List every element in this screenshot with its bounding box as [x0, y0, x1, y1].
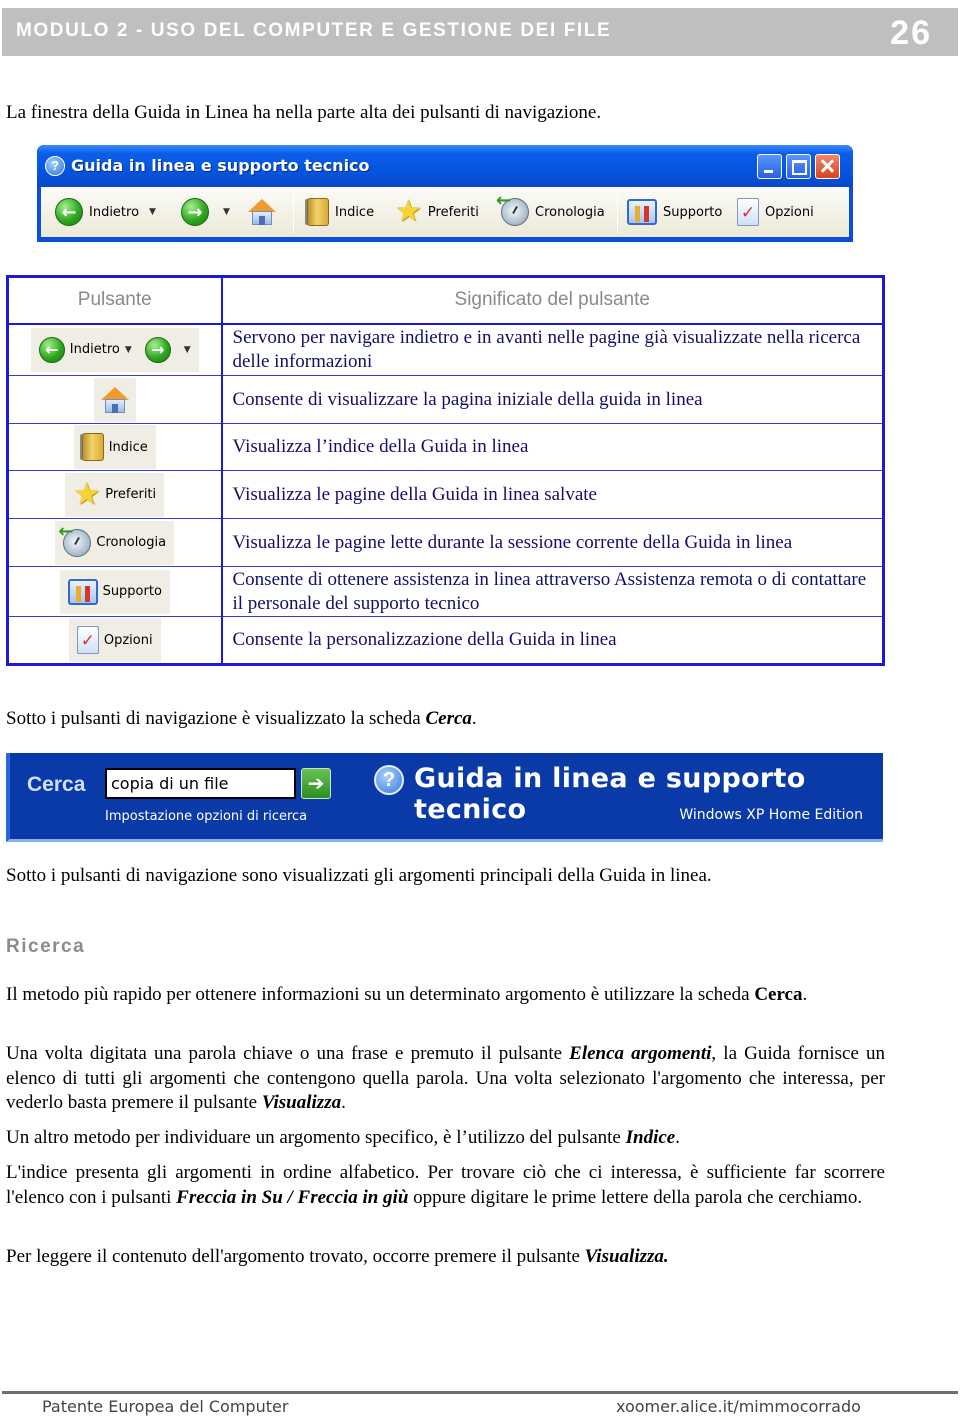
back-arrow-icon: ← [38, 336, 65, 363]
options-button-image: ✓ Opzioni [68, 618, 161, 662]
table-row: ← Indietro ▼ → ▼ Servono per navigare in… [7, 323, 884, 376]
options-icon: ✓ [737, 198, 759, 226]
chevron-down-icon: ▼ [183, 344, 191, 355]
help-icon: ? [45, 156, 65, 176]
section-paragraph: Il metodo più rapido per ottenere inform… [6, 984, 808, 1005]
star-icon: ★ [395, 194, 422, 229]
footer-left-text: Patente Europea del Computer [42, 1397, 289, 1416]
options-icon: ✓ [76, 626, 99, 654]
table-row: Consente di visualizzare la pagina inizi… [7, 375, 884, 424]
history-icon [496, 190, 529, 226]
section-title: Ricerca [6, 936, 86, 957]
section-paragraph: Per leggere il contenuto dell'argomento … [6, 1246, 669, 1267]
chevron-down-icon[interactable]: ▼ [223, 207, 230, 217]
chevron-down-icon[interactable]: ▼ [149, 207, 156, 217]
forward-arrow-icon: → [181, 198, 209, 226]
star-icon: ★ [73, 476, 101, 512]
section-paragraph: Un altro metodo per individuare un argom… [6, 1127, 680, 1148]
toolbar-separator [293, 191, 294, 233]
meaning-cell: Servono per navigare indietro e in avant… [221, 323, 884, 376]
history-button-image: Cronologia [55, 520, 175, 565]
toolbar-separator [617, 191, 618, 233]
help-icon: ? [374, 765, 404, 795]
table-header-row: Pulsante Significato del pulsante [7, 276, 884, 325]
meaning-cell: Consente di ottenere assistenza in linea… [221, 566, 884, 617]
button-cell [7, 375, 223, 424]
button-cell: ★ Preferiti [7, 470, 223, 519]
index-button-image: Indice [73, 425, 156, 469]
home-button[interactable] [247, 197, 277, 227]
meaning-cell: Consente la personalizzazione della Guid… [221, 616, 884, 665]
chevron-down-icon: ▼ [124, 344, 132, 355]
home-button-image [93, 377, 136, 422]
back-arrow-icon: ← [55, 198, 83, 226]
minimize-button[interactable] [757, 154, 782, 179]
forward-button[interactable]: → ▼ [181, 197, 230, 227]
column-header-meaning: Significato del pulsante [221, 276, 884, 325]
search-go-button[interactable]: ➔ [301, 768, 331, 799]
home-icon [100, 385, 130, 415]
intro-paragraph: La finestra della Guida in Linea ha nell… [6, 102, 602, 123]
table-row: Indice Visualizza l’indice della Guida i… [7, 423, 884, 471]
footer-right-text: xoomer.alice.it/mimmocorrado [616, 1397, 861, 1416]
favorites-button-image: ★ Preferiti [65, 472, 165, 517]
table-row: ★ Preferiti Visualizza le pagine della G… [7, 470, 884, 519]
button-cell: ← Indietro ▼ → ▼ [7, 323, 223, 376]
forward-arrow-icon: → [144, 336, 171, 363]
help-window-screenshot: ? Guida in linea e supporto tecnico ← In… [37, 145, 853, 242]
search-label: Cerca [27, 773, 86, 796]
support-icon [67, 578, 98, 605]
options-button[interactable]: ✓ Opzioni [737, 197, 814, 227]
header-title: MODULO 2 - USO DEL COMPUTER E GESTIONE D… [16, 20, 612, 41]
history-button[interactable]: Cronologia [496, 190, 605, 227]
home-icon [247, 197, 277, 227]
meaning-cell: Visualizza le pagine lette durante la se… [221, 518, 884, 567]
navigation-toolbar: ← Indietro ▼ → ▼ Indice ★ Preferiti Cron… [41, 187, 849, 237]
meaning-cell: Visualizza l’indice della Guida in linea [221, 423, 884, 471]
button-cell: Supporto [7, 566, 223, 617]
emphasis: Cerca [425, 708, 472, 729]
button-cell: ✓ Opzioni [7, 616, 223, 665]
book-icon [81, 433, 104, 461]
topics-paragraph: Sotto i pulsanti di navigazione sono vis… [6, 865, 712, 886]
maximize-button[interactable] [786, 154, 811, 179]
favorites-button[interactable]: ★ Preferiti [395, 197, 479, 227]
history-icon [58, 521, 92, 557]
column-header-button: Pulsante [7, 276, 223, 325]
back-forward-button-image: ← Indietro ▼ → ▼ [30, 327, 199, 372]
meaning-cell: Consente di visualizzare la pagina inizi… [221, 375, 884, 424]
footer-divider [2, 1391, 958, 1394]
table-row: ✓ Opzioni Consente la personalizzazione … [7, 616, 884, 665]
window-title: Guida in linea e supporto tecnico [71, 156, 370, 175]
support-icon [627, 199, 657, 225]
index-button[interactable]: Indice [307, 197, 374, 227]
edition-label: Windows XP Home Edition [679, 807, 863, 823]
back-button[interactable]: ← Indietro ▼ [55, 197, 156, 227]
book-icon [307, 198, 329, 226]
window-titlebar: ? Guida in linea e supporto tecnico [37, 145, 853, 187]
button-cell: Cronologia [7, 518, 223, 567]
support-button[interactable]: Supporto [627, 197, 722, 227]
button-cell: Indice [7, 423, 223, 471]
search-bar-screenshot: Cerca ➔ Impostazione opzioni di ricerca … [6, 753, 883, 842]
page-number: 26 [890, 14, 932, 52]
section-paragraph: Una volta digitata una parola chiave o u… [6, 1043, 885, 1113]
search-options-link[interactable]: Impostazione opzioni di ricerca [105, 809, 307, 824]
buttons-table: Pulsante Significato del pulsante ← Indi… [6, 275, 885, 666]
page-header: MODULO 2 - USO DEL COMPUTER E GESTIONE D… [2, 8, 958, 56]
close-button[interactable] [815, 154, 840, 179]
search-intro-paragraph: Sotto i pulsanti di navigazione è visual… [6, 708, 477, 729]
meaning-cell: Visualizza le pagine della Guida in line… [221, 470, 884, 519]
support-button-image: Supporto [59, 569, 170, 614]
search-input[interactable] [105, 768, 296, 799]
table-row: Cronologia Visualizza le pagine lette du… [7, 518, 884, 567]
section-paragraph: L'indice presenta gli argomenti in ordin… [6, 1162, 885, 1208]
table-row: Supporto Consente di ottenere assistenza… [7, 566, 884, 617]
